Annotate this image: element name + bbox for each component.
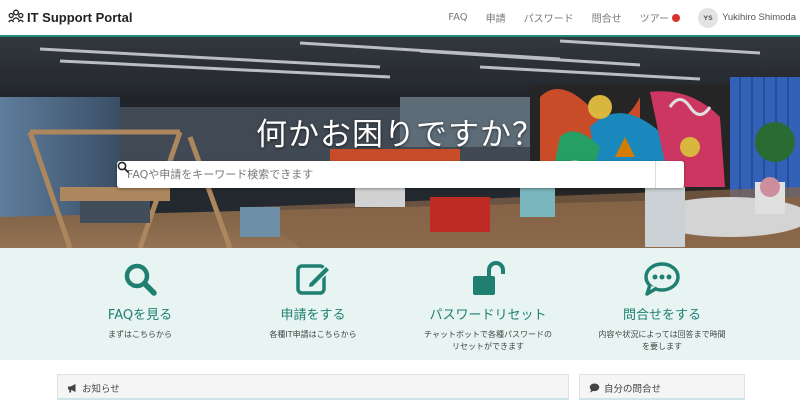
chat-bubble-icon	[572, 261, 752, 297]
feature-password-reset[interactable]: パスワードリセット チャットボットで各種パスワードの リセットができます	[398, 248, 578, 360]
nav-tour-label: ツアー	[639, 14, 670, 25]
top-navbar: IT Support Portal FAQ 申請 パスワード 問合せ ツアー Y…	[0, 0, 800, 37]
nav-inquiry[interactable]: 問合せ	[592, 10, 622, 25]
feature-inquiry-desc-line2: を要します	[642, 342, 682, 351]
brand-logo-link[interactable]: IT Support Portal	[8, 8, 132, 27]
user-menu[interactable]: YS Yukihiro Shimoda	[698, 7, 796, 28]
feature-faq[interactable]: FAQを見る まずはこちらから	[50, 248, 230, 360]
feature-inquiry-title: 問合せをする	[622, 308, 701, 323]
feature-request[interactable]: 申請をする 各種IT申請はこちらから	[223, 248, 403, 360]
feature-password-desc-line2: リセットができます	[452, 342, 524, 351]
main-nav: FAQ 申請 パスワード 問合せ ツアー YS Yukihiro Shimoda	[448, 0, 800, 35]
nav-password[interactable]: パスワード	[524, 10, 574, 25]
edit-icon	[223, 261, 403, 297]
feature-faq-desc: まずはこちらから	[50, 329, 230, 341]
feature-password-desc: チャットボットで各種パスワードの リセットができます	[398, 329, 578, 353]
nav-request[interactable]: 申請	[486, 10, 506, 25]
megaphone-icon	[67, 378, 78, 397]
people-group-icon	[8, 8, 24, 27]
unlock-icon	[398, 261, 578, 297]
search-input[interactable]	[117, 161, 655, 188]
feature-inquiry-desc: 内容や状況によっては回答まで時間 を要します	[572, 329, 752, 353]
my-inquiries-panel-header: 自分の問合せ	[579, 374, 745, 400]
feature-inquiry[interactable]: 問合せをする 内容や状況によっては回答まで時間 を要します	[572, 248, 752, 360]
feature-request-desc: 各種IT申請はこちらから	[223, 329, 403, 341]
feature-request-desc-line1: 各種IT申請はこちらから	[269, 330, 357, 339]
comment-icon	[589, 378, 600, 397]
feature-inquiry-desc-line1: 内容や状況によっては回答まで時間	[598, 330, 726, 339]
feature-password-desc-line1: チャットボットで各種パスワードの	[424, 330, 552, 339]
search-icon	[50, 261, 230, 297]
feature-faq-title: FAQを見る	[107, 308, 173, 323]
avatar: YS	[698, 7, 719, 28]
search-bar	[117, 161, 684, 188]
news-panel-title: お知らせ	[82, 383, 120, 395]
nav-tour[interactable]: ツアー	[639, 10, 681, 25]
my-inquiries-panel-title: 自分の問合せ	[604, 383, 662, 395]
tour-notification-dot	[672, 13, 681, 22]
nav-faq[interactable]: FAQ	[448, 12, 467, 23]
hero-title: 何かお困りですか？	[256, 117, 544, 153]
hero-banner: 何かお困りですか？	[0, 37, 800, 248]
feature-faq-desc-line1: まずはこちらから	[108, 330, 172, 339]
user-name: Yukihiro Shimoda	[722, 12, 796, 23]
feature-password-title: パスワードリセット	[429, 308, 547, 323]
feature-request-title: 申請をする	[280, 308, 346, 323]
feature-section: FAQを見る まずはこちらから 申請をする 各種IT申請はこちらから パスワード…	[0, 248, 800, 360]
brand-title: IT Support Portal	[27, 10, 133, 25]
search-button[interactable]	[117, 161, 684, 188]
news-panel-header: お知らせ	[57, 374, 569, 400]
